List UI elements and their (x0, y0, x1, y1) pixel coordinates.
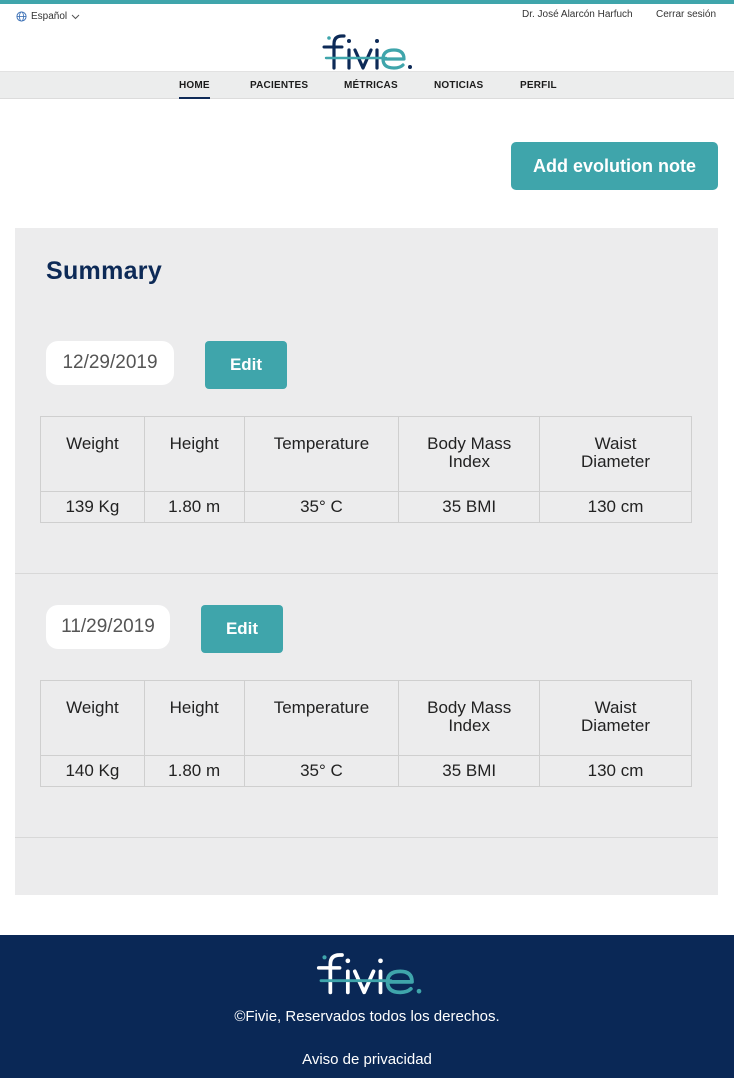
main-nav: HOME PACIENTES MÉTRICAS NOTICIAS PERFIL (0, 71, 734, 99)
add-evolution-note-button[interactable]: Add evolution note (511, 142, 718, 190)
table-header-row: Weight Height Temperature Body Mass Inde… (40, 680, 692, 756)
fivie-logo-footer (316, 953, 422, 995)
fivie-logo[interactable] (320, 24, 416, 72)
nav-item-pacientes[interactable]: PACIENTES (250, 80, 308, 91)
summary-panel: Summary 12/29/2019 Edit Weight Height Te… (15, 228, 718, 895)
column-header-temperature: Temperature (243, 416, 400, 492)
table-row: 139 Kg 1.80 m 35° C 35 BMI 130 cm (40, 491, 692, 523)
column-header-height: Height (143, 680, 245, 756)
entry-divider (15, 837, 718, 838)
metrics-table: Weight Height Temperature Body Mass Inde… (40, 416, 692, 523)
cell-temperature: 35° C (243, 491, 400, 523)
language-label: Español (31, 11, 68, 22)
column-header-bmi: Body Mass Index (398, 680, 541, 756)
table-row: 140 Kg 1.80 m 35° C 35 BMI 130 cm (40, 755, 692, 787)
cell-temperature: 35° C (243, 755, 400, 787)
table-header-row: Weight Height Temperature Body Mass Inde… (40, 416, 692, 492)
nav-item-noticias[interactable]: NOTICIAS (434, 80, 483, 91)
logout-link[interactable]: Cerrar sesión (656, 9, 716, 20)
cell-height: 1.80 m (143, 491, 245, 523)
copyright-text: ©Fivie, Reservados todos los derechos. (234, 1008, 500, 1025)
nav-item-home[interactable]: HOME (179, 80, 210, 99)
entry-divider (15, 573, 718, 574)
entry-date: 12/29/2019 (46, 341, 174, 385)
cell-height: 1.80 m (143, 755, 245, 787)
cell-weight: 139 Kg (40, 491, 145, 523)
column-header-waist: Waist Diameter (539, 416, 692, 492)
nav-item-perfil[interactable]: PERFIL (520, 80, 557, 91)
column-header-waist: Waist Diameter (539, 680, 692, 756)
cell-bmi: 35 BMI (398, 755, 541, 787)
header: Español Dr. José Alarcón Harfuch Cerrar … (0, 4, 734, 71)
edit-entry-button[interactable]: Edit (205, 341, 287, 389)
footer: ©Fivie, Reservados todos los derechos. A… (0, 935, 734, 1078)
metrics-table: Weight Height Temperature Body Mass Inde… (40, 680, 692, 787)
cell-waist: 130 cm (539, 491, 692, 523)
entry-date: 11/29/2019 (46, 605, 170, 649)
cell-weight: 140 Kg (40, 755, 145, 787)
cell-waist: 130 cm (539, 755, 692, 787)
nav-item-metricas[interactable]: MÉTRICAS (344, 80, 398, 91)
cell-bmi: 35 BMI (398, 491, 541, 523)
user-name: Dr. José Alarcón Harfuch (522, 9, 633, 20)
privacy-link[interactable]: Aviso de privacidad (0, 1051, 734, 1068)
summary-title: Summary (46, 257, 163, 285)
column-header-weight: Weight (40, 680, 145, 756)
globe-icon (16, 11, 27, 22)
column-header-temperature: Temperature (243, 680, 400, 756)
chevron-down-icon (71, 14, 80, 19)
edit-entry-button[interactable]: Edit (201, 605, 283, 653)
language-selector[interactable]: Español (16, 11, 84, 22)
column-header-height: Height (143, 416, 245, 492)
column-header-weight: Weight (40, 416, 145, 492)
column-header-bmi: Body Mass Index (398, 416, 541, 492)
